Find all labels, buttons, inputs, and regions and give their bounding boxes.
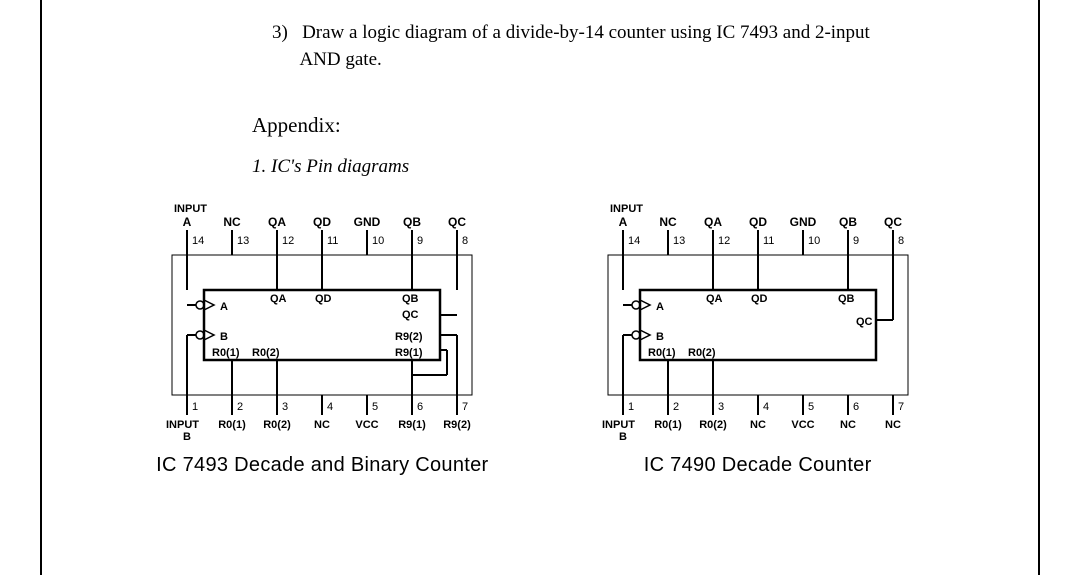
svg-text:NC: NC	[314, 419, 330, 431]
ic7490-svg: INPUT A NC QA QD GND QB QC 14 13 12 11 1…	[578, 200, 938, 450]
ic7493-caption: IC 7493 Decade and Binary Counter	[117, 454, 527, 477]
question-line2: AND gate.	[299, 49, 381, 70]
svg-text:9: 9	[417, 235, 423, 247]
svg-text:QC: QC	[448, 215, 466, 229]
svg-text:INPUT: INPUT	[602, 419, 635, 431]
ic7493-svg: INPUT A NC QA QD GND QB QC 14 13 12 11	[142, 200, 502, 450]
svg-text:QB: QB	[402, 293, 419, 305]
svg-text:1: 1	[192, 401, 198, 413]
svg-text:QA: QA	[706, 293, 723, 305]
svg-text:14: 14	[192, 235, 204, 247]
svg-text:8: 8	[462, 235, 468, 247]
svg-text:GND: GND	[789, 215, 816, 229]
svg-text:2: 2	[673, 401, 679, 413]
svg-text:13: 13	[237, 235, 249, 247]
ic7493-diagram: INPUT A NC QA QD GND QB QC 14 13 12 11	[117, 200, 527, 477]
svg-text:7: 7	[462, 401, 468, 413]
svg-text:13: 13	[673, 235, 685, 247]
svg-text:GND: GND	[354, 215, 381, 229]
svg-text:R0(2): R0(2)	[699, 419, 727, 431]
svg-text:QB: QB	[838, 293, 855, 305]
svg-text:B: B	[183, 431, 191, 443]
svg-text:QA: QA	[268, 215, 286, 229]
svg-text:QA: QA	[704, 215, 722, 229]
svg-text:R9(1): R9(1)	[395, 347, 423, 359]
svg-text:NC: NC	[224, 215, 242, 229]
svg-text:4: 4	[327, 401, 333, 413]
svg-text:12: 12	[282, 235, 294, 247]
svg-text:A: A	[618, 215, 627, 229]
svg-text:3: 3	[718, 401, 724, 413]
svg-text:10: 10	[808, 235, 820, 247]
top-input-word: INPUT	[174, 203, 207, 215]
svg-text:9: 9	[853, 235, 859, 247]
svg-text:6: 6	[853, 401, 859, 413]
ic7490-caption: IC 7490 Decade Counter	[553, 454, 963, 477]
svg-text:A: A	[220, 301, 228, 313]
svg-text:6: 6	[417, 401, 423, 413]
ic7490-diagram: INPUT A NC QA QD GND QB QC 14 13 12 11 1…	[553, 200, 963, 477]
svg-text:NC: NC	[840, 419, 856, 431]
svg-text:R9(2): R9(2)	[444, 419, 472, 431]
svg-text:VCC: VCC	[791, 419, 814, 431]
svg-text:NC: NC	[750, 419, 766, 431]
svg-text:INPUT: INPUT	[166, 419, 199, 431]
svg-text:INPUT: INPUT	[610, 203, 643, 215]
svg-text:NC: NC	[659, 215, 677, 229]
svg-text:R0(2): R0(2)	[252, 347, 280, 359]
svg-text:R9(2): R9(2)	[395, 331, 423, 343]
svg-text:R0(1): R0(1)	[219, 419, 247, 431]
svg-text:QB: QB	[403, 215, 421, 229]
svg-text:4: 4	[763, 401, 769, 413]
sub-heading: 1. IC's Pin diagrams	[252, 156, 1008, 178]
svg-text:QD: QD	[315, 293, 332, 305]
svg-text:1: 1	[628, 401, 634, 413]
svg-text:NC: NC	[885, 419, 901, 431]
svg-text:5: 5	[808, 401, 814, 413]
diagrams-row: INPUT A NC QA QD GND QB QC 14 13 12 11	[72, 200, 1008, 477]
svg-text:R9(1): R9(1)	[399, 419, 427, 431]
svg-text:3: 3	[282, 401, 288, 413]
svg-text:QC: QC	[402, 309, 419, 321]
svg-text:2: 2	[237, 401, 243, 413]
svg-text:A: A	[183, 215, 192, 229]
svg-text:QC: QC	[856, 316, 873, 328]
svg-text:R0(2): R0(2)	[264, 419, 292, 431]
svg-text:QD: QD	[313, 215, 331, 229]
svg-text:R0(1): R0(1)	[648, 347, 676, 359]
svg-text:14: 14	[628, 235, 640, 247]
question-line1: Draw a logic diagram of a divide-by-14 c…	[302, 22, 870, 43]
svg-text:11: 11	[763, 235, 774, 247]
svg-text:B: B	[220, 331, 228, 343]
appendix-heading: Appendix:	[252, 113, 1008, 138]
svg-text:VCC: VCC	[356, 419, 379, 431]
svg-text:B: B	[656, 331, 664, 343]
svg-text:12: 12	[718, 235, 730, 247]
svg-text:7: 7	[898, 401, 904, 413]
svg-text:QC: QC	[884, 215, 902, 229]
svg-text:5: 5	[372, 401, 378, 413]
svg-text:R0(2): R0(2)	[688, 347, 716, 359]
svg-text:R0(1): R0(1)	[654, 419, 682, 431]
svg-text:A: A	[656, 301, 664, 313]
svg-text:10: 10	[372, 235, 384, 247]
question-block: 3) Draw a logic diagram of a divide-by-1…	[272, 20, 908, 73]
svg-text:QD: QD	[751, 293, 768, 305]
svg-text:B: B	[619, 431, 627, 443]
page-frame: 3) Draw a logic diagram of a divide-by-1…	[40, 0, 1040, 575]
svg-text:11: 11	[327, 235, 338, 247]
svg-text:QD: QD	[749, 215, 767, 229]
question-number: 3)	[272, 22, 288, 43]
svg-text:R0(1): R0(1)	[212, 347, 240, 359]
svg-text:QA: QA	[270, 293, 287, 305]
svg-text:8: 8	[898, 235, 904, 247]
svg-text:QB: QB	[839, 215, 857, 229]
